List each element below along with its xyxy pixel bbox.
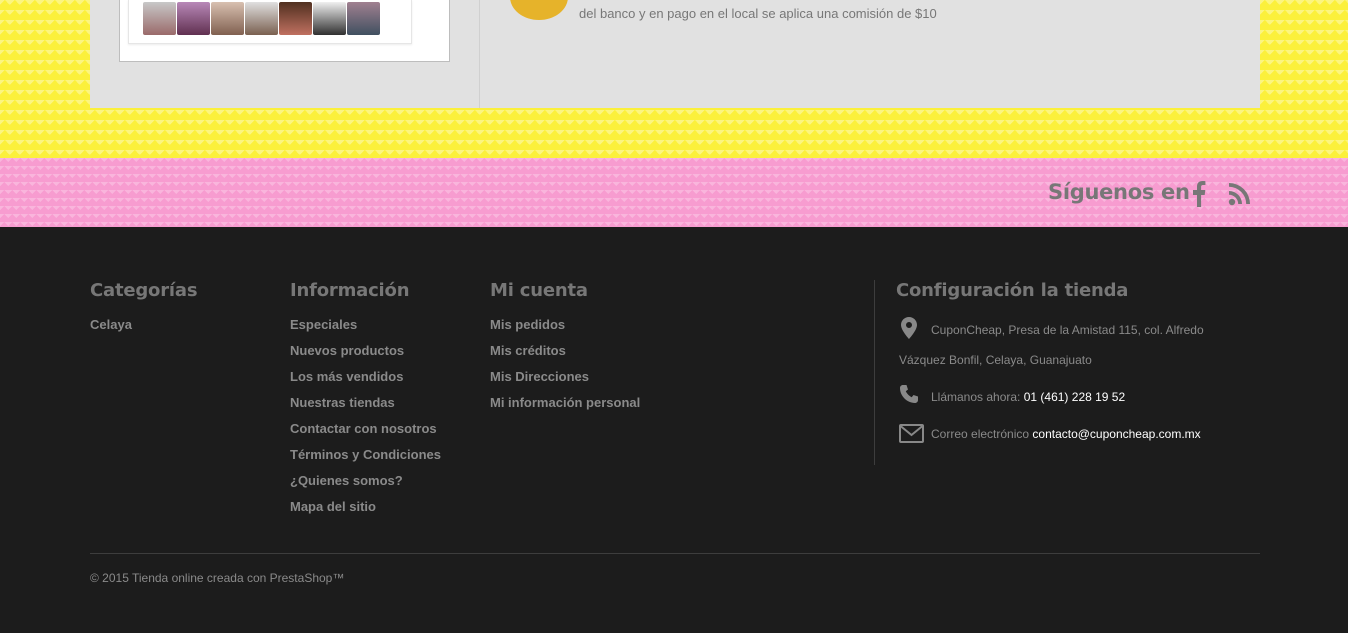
info-link-sitemap[interactable]: Mapa del sitio: [290, 499, 376, 514]
email-label: Correo electrónico: [931, 427, 1030, 441]
facebook-likebox-widget[interactable]: [119, 0, 450, 62]
payment-icon: [510, 0, 568, 20]
info-link-terms[interactable]: Términos y Condiciones: [290, 447, 441, 462]
copyright-text: © 2015 Tienda online creada con PrestaSh…: [90, 571, 345, 585]
envelope-icon: [899, 424, 924, 443]
panel-divider: [479, 0, 480, 108]
info-link-specials[interactable]: Especiales: [290, 317, 357, 332]
avatar[interactable]: [177, 2, 210, 35]
categories-title: Categorías: [90, 280, 198, 301]
avatar[interactable]: [313, 2, 346, 35]
account-title: Mi cuenta: [490, 280, 588, 301]
information-title: Información: [290, 280, 410, 301]
avatar[interactable]: [347, 2, 380, 35]
store-divider: [874, 280, 875, 465]
phone-number[interactable]: 01 (461) 228 19 52: [1024, 390, 1125, 404]
map-marker-icon: [901, 317, 917, 339]
phone-icon: [900, 385, 918, 403]
avatar[interactable]: [211, 2, 244, 35]
footer-divider: [90, 553, 1260, 554]
info-link-stores[interactable]: Nuestras tiendas: [290, 395, 395, 410]
avatar-row: [143, 2, 380, 35]
account-link-personal-info[interactable]: Mi información personal: [490, 395, 640, 410]
email-link[interactable]: contacto@cuponcheap.com.mx: [1032, 427, 1200, 441]
info-link-about[interactable]: ¿Quienes somos?: [290, 473, 403, 488]
store-email-row: Correo electrónico contacto@cuponcheap.c…: [931, 419, 1201, 449]
footer-categories: Categorías Celaya: [90, 280, 198, 342]
account-link-credits[interactable]: Mis créditos: [490, 343, 566, 358]
avatar[interactable]: [245, 2, 278, 35]
avatar[interactable]: [143, 2, 176, 35]
follow-us-label: Síguenos en: [1048, 180, 1190, 204]
category-link[interactable]: Celaya: [90, 317, 132, 332]
store-title: Configuración la tienda: [896, 280, 1129, 301]
phone-label: Llámanos ahora:: [931, 390, 1021, 404]
content-panel: del banco y en pago en el local se aplic…: [90, 0, 1260, 108]
rss-icon[interactable]: [1226, 178, 1252, 208]
info-link-new-products[interactable]: Nuevos productos: [290, 343, 404, 358]
footer-information: Información Especiales Nuevos productos …: [290, 280, 441, 524]
footer-store-info: Configuración la tienda: [896, 280, 1128, 316]
info-link-best-sellers[interactable]: Los más vendidos: [290, 369, 403, 384]
facebook-faces-strip: [128, 0, 412, 44]
store-address-line2: Vázquez Bonfil, Celaya, Guanajuato: [899, 353, 1092, 367]
avatar[interactable]: [279, 2, 312, 35]
facebook-icon[interactable]: [1187, 178, 1213, 208]
store-phone-row: Llámanos ahora: 01 (461) 228 19 52: [931, 382, 1125, 412]
store-address-line1: CuponCheap, Presa de la Amistad 115, col…: [931, 323, 1204, 337]
account-link-addresses[interactable]: Mis Direcciones: [490, 369, 589, 384]
info-link-contact[interactable]: Contactar con nosotros: [290, 421, 437, 436]
footer-account: Mi cuenta Mis pedidos Mis créditos Mis D…: [490, 280, 640, 420]
account-link-orders[interactable]: Mis pedidos: [490, 317, 565, 332]
payment-note: del banco y en pago en el local se aplic…: [579, 6, 937, 21]
